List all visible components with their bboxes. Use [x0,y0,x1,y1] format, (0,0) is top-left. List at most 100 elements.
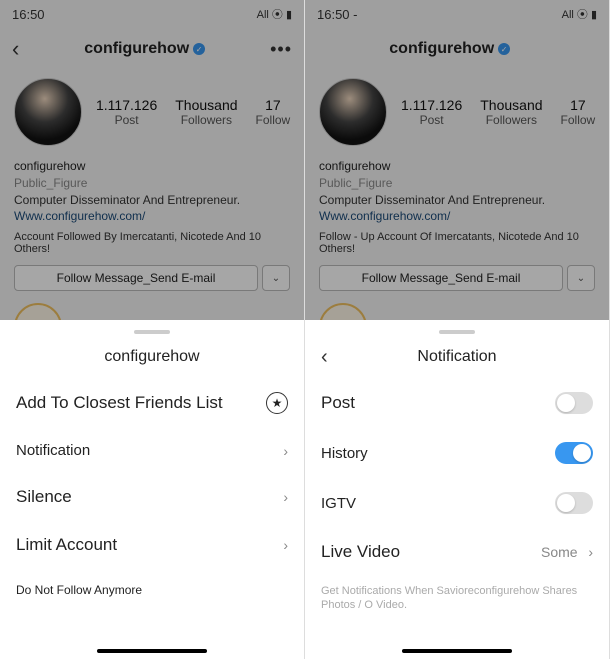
chevron-right-icon: › [283,537,288,553]
followers-label: Followers [480,113,542,127]
stat-posts[interactable]: 1.117.126 Post [401,97,462,127]
sheet-handle[interactable] [134,330,170,334]
phone-left: 16:50 All ⦿ ▮ ‹ configurehow ✓ ••• 1.117… [0,0,305,659]
status-icons: All ⦿ ▮ [562,6,597,22]
row-add-close-friends[interactable]: Add To Closest Friends List ★ [0,378,304,428]
bio-name: configurehow [14,158,290,175]
action-buttons[interactable]: Follow Message_Send E-mail [319,265,563,291]
bio: configurehow Public_Figure Computer Diss… [0,154,304,229]
top-bar: ‹ configurehow ✓ ••• [0,28,304,70]
live-label: Live Video [321,542,400,562]
add-friends-label: Add To Closest Friends List [16,393,223,413]
limit-label: Limit Account [16,535,117,555]
followers-count: Thousand [480,97,542,113]
more-icon[interactable]: ••• [270,39,292,60]
history-label: History [321,445,368,462]
sheet-footnote: Get Notifications When Savioreconfigureh… [305,576,609,621]
notification-sheet: ‹ Notification Post History IGTV Live Vi… [305,320,609,659]
profile-background: 16:50 All ⦿ ▮ ‹ configurehow ✓ ••• 1.117… [0,0,304,320]
post-label: Post [321,393,355,413]
sheet-header: ‹ Notification [305,344,609,378]
back-icon[interactable]: ‹ [12,36,19,62]
bio: configurehow Public_Figure Computer Diss… [305,154,609,229]
star-icon: ★ [266,392,288,414]
bio-desc: Computer Disseminator And Entrepreneur. [14,192,290,209]
followers-label: Followers [175,113,237,127]
profile-header: 1.117.126 Post Thousand Followers 17 Fol… [305,70,609,154]
row-igtv-notif: IGTV [305,478,609,528]
stat-followers[interactable]: Thousand Followers [480,97,542,127]
avatar[interactable] [319,78,387,146]
followers-count: Thousand [175,97,237,113]
toggle-igtv[interactable] [555,492,593,514]
following-label: Follow [561,113,596,127]
action-row: Follow Message_Send E-mail ⌄ [305,257,609,299]
profile-header: 1.117.126 Post Thousand Followers 17 Fol… [0,70,304,154]
action-sheet: configurehow Add To Closest Friends List… [0,320,304,659]
row-live-video[interactable]: Live Video Some › [305,528,609,576]
igtv-label: IGTV [321,495,356,512]
stats: 1.117.126 Post Thousand Followers 17 Fol… [401,97,595,127]
following-count: 17 [561,97,596,113]
title-wrap: configurehow ✓ [19,40,270,58]
notifications-label: Notification [16,442,90,459]
toggle-post[interactable] [555,392,593,414]
home-indicator[interactable] [97,649,207,653]
stat-posts[interactable]: 1.117.126 Post [96,97,157,127]
status-bar: 16:50 - All ⦿ ▮ [305,0,609,28]
sheet-title: configurehow [16,348,288,366]
bio-name: configurehow [319,158,595,175]
home-indicator[interactable] [402,649,512,653]
silence-label: Silence [16,487,72,507]
row-unfollow[interactable]: Do Not Follow Anymore [0,569,304,611]
status-bar: 16:50 All ⦿ ▮ [0,0,304,28]
bio-link[interactable]: Www.configurehow.com/ [319,208,595,225]
phone-right: 16:50 - All ⦿ ▮ ‹ configurehow ✓ ••• 1.1… [305,0,610,659]
sheet-handle[interactable] [439,330,475,334]
following-label: Follow [256,113,291,127]
row-silence[interactable]: Silence › [0,473,304,521]
stat-followers[interactable]: Thousand Followers [175,97,237,127]
bio-category: Public_Figure [14,175,290,192]
stat-following[interactable]: 17 Follow [561,97,596,127]
chevron-right-icon: › [283,443,288,459]
row-limit-account[interactable]: Limit Account › [0,521,304,569]
stat-following[interactable]: 17 Follow [256,97,291,127]
followed-by[interactable]: Account Followed By Imercatanti, Nicoted… [0,229,304,257]
chevron-right-icon: › [588,544,593,560]
bio-desc: Computer Disseminator And Entrepreneur. [319,192,595,209]
profile-background: 16:50 - All ⦿ ▮ ‹ configurehow ✓ ••• 1.1… [305,0,609,320]
toggle-history[interactable] [555,442,593,464]
posts-count: 1.117.126 [96,97,157,113]
bio-category: Public_Figure [319,175,595,192]
title-wrap: configurehow ✓ [324,40,575,58]
row-history-notif: History [305,428,609,478]
posts-label: Post [96,113,157,127]
row-notifications[interactable]: Notification › [0,428,304,473]
action-row: Follow Message_Send E-mail ⌄ [0,257,304,299]
status-icons: All ⦿ ▮ [257,6,292,22]
profile-username: configurehow [389,40,494,58]
status-time: 16:50 [12,7,45,22]
row-post-notif: Post [305,378,609,428]
sheet-back-icon[interactable]: ‹ [321,346,328,369]
following-count: 17 [256,97,291,113]
suggest-dropdown[interactable]: ⌄ [262,265,290,291]
top-bar: ‹ configurehow ✓ ••• [305,28,609,70]
verified-badge-icon: ✓ [193,43,205,55]
status-time: 16:50 - [317,7,357,22]
sheet-header: configurehow [0,344,304,378]
avatar[interactable] [14,78,82,146]
action-buttons[interactable]: Follow Message_Send E-mail [14,265,258,291]
stats: 1.117.126 Post Thousand Followers 17 Fol… [96,97,290,127]
suggest-dropdown[interactable]: ⌄ [567,265,595,291]
posts-count: 1.117.126 [401,97,462,113]
chevron-right-icon: › [283,489,288,505]
posts-label: Post [401,113,462,127]
followed-by[interactable]: Follow - Up Account Of Imercatants, Nico… [305,229,609,257]
verified-badge-icon: ✓ [498,43,510,55]
sheet-title: Notification [321,348,593,366]
profile-username: configurehow [84,40,189,58]
bio-link[interactable]: Www.configurehow.com/ [14,208,290,225]
live-value: Some [541,544,578,560]
